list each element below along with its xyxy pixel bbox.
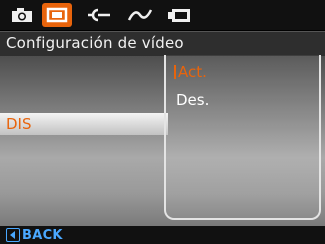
back-arrow-icon — [6, 228, 20, 242]
menu-item-dis[interactable]: DIS — [0, 113, 168, 135]
tab-camera[interactable] — [7, 3, 37, 27]
back-label: BACK — [22, 227, 63, 243]
options-panel: Act. Des. — [164, 55, 321, 220]
camera-icon — [12, 8, 32, 22]
menu-tab-bar — [0, 0, 325, 30]
camera-menu-screen: Configuración de vídeo DIS Act. Des. BAC… — [0, 0, 325, 244]
tab-playback[interactable] — [165, 3, 195, 27]
page-title: Configuración de vídeo — [6, 34, 184, 52]
back-button[interactable]: BACK — [6, 227, 63, 243]
video-camera-icon — [46, 7, 68, 23]
option-on-label: Act. — [178, 63, 207, 81]
option-off-label: Des. — [176, 91, 210, 109]
playback-display-icon — [168, 9, 190, 22]
curve-wave-icon — [127, 9, 153, 21]
tab-curve[interactable] — [125, 3, 155, 27]
footer-bar: BACK — [0, 226, 325, 244]
option-off[interactable]: Des. — [176, 91, 209, 109]
plug-icon — [88, 8, 110, 22]
selection-cursor — [174, 65, 176, 79]
menu-title-bar: Configuración de vídeo — [0, 31, 325, 57]
menu-item-label: DIS — [6, 115, 32, 133]
tab-connection[interactable] — [84, 3, 114, 27]
tab-video[interactable] — [42, 3, 72, 27]
option-on[interactable]: Act. — [174, 63, 207, 81]
